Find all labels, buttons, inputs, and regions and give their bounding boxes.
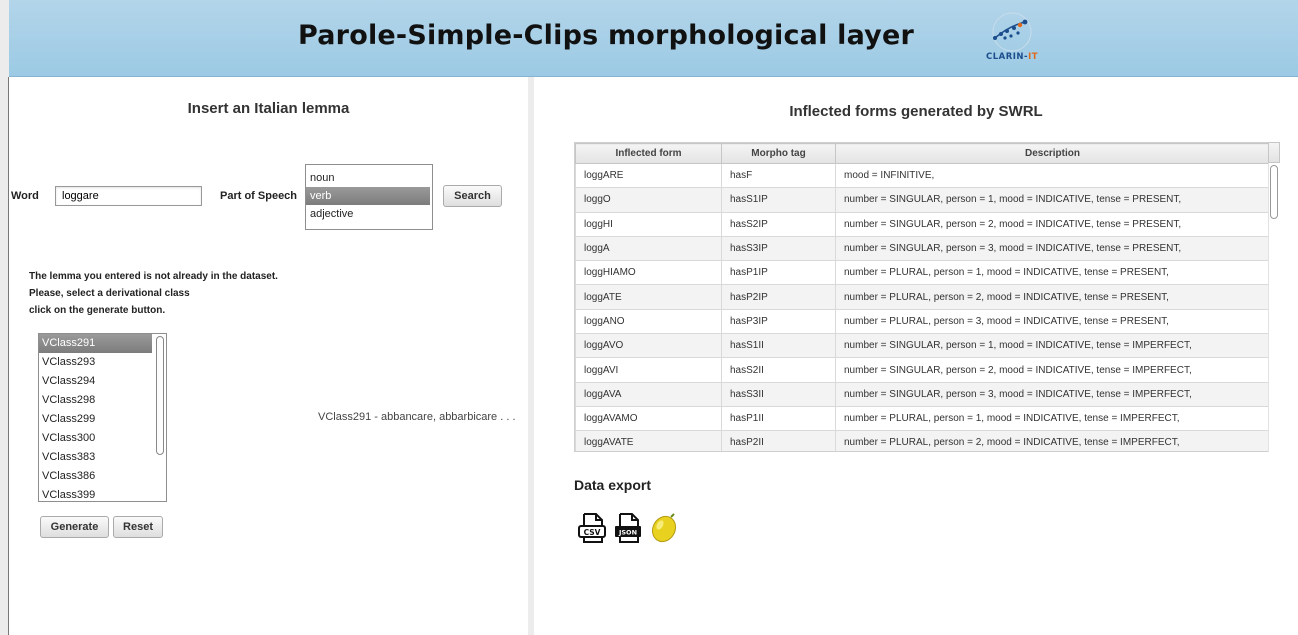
class-option[interactable]: VClass299	[39, 410, 152, 429]
table-row[interactable]: loggAVAMO hasP1II number = PLURAL, person …	[575, 405, 1268, 432]
cell-inflected-form: loggAVAMO	[575, 405, 722, 432]
cell-inflected-form: loggAVA	[575, 381, 722, 407]
cell-inflected-form: loggHIAMO	[575, 260, 722, 286]
cell-inflected-form: loggA	[575, 235, 722, 262]
generate-button[interactable]: Generate	[40, 516, 109, 538]
lemma-panel-heading: Insert an Italian lemma	[187, 100, 350, 117]
cell-description: mood = INFINITIVE,	[835, 162, 1268, 189]
class-option[interactable]: VClass294	[39, 372, 152, 391]
cell-morpho-tag: hasS1IP	[721, 187, 836, 213]
table-row[interactable]: loggO hasS1IP number = SINGULAR, person = …	[575, 187, 1268, 213]
class-option[interactable]: VClass300	[39, 429, 152, 448]
inflected-forms-table: Inflected form Morpho tag Description lo…	[575, 143, 1268, 451]
cell-morpho-tag: hasS3IP	[721, 235, 836, 262]
cell-inflected-form: loggARE	[575, 162, 722, 189]
table-row[interactable]: loggAVI hasS2II number = SINGULAR, person …	[575, 357, 1268, 383]
cell-description: number = PLURAL, person = 3, mood = INDI…	[835, 308, 1268, 335]
pos-option-noun[interactable]: noun	[306, 169, 432, 187]
table-header-corner	[1268, 142, 1280, 163]
table-row[interactable]: loggHIAMO hasP1IP number = PLURAL, person …	[575, 260, 1268, 286]
json-export-icon[interactable]: JSON	[613, 512, 643, 549]
cell-morpho-tag: hasP1II	[721, 405, 836, 432]
table-row[interactable]: loggAVA hasS3II number = SINGULAR, person …	[575, 381, 1268, 407]
table-row[interactable]: loggA hasS3IP number = SINGULAR, person = …	[575, 235, 1268, 262]
word-input[interactable]	[55, 186, 202, 206]
cell-inflected-form: loggAVATE	[575, 430, 722, 451]
csv-export-icon[interactable]: CSV	[577, 512, 607, 549]
class-option[interactable]: VClass399	[39, 486, 152, 501]
cell-description: number = PLURAL, person = 2, mood = INDI…	[835, 284, 1268, 310]
class-list-scroll-thumb[interactable]	[156, 336, 164, 455]
cell-description: number = SINGULAR, person = 3, mood = IN…	[835, 381, 1268, 407]
inflected-forms-table-container: Inflected form Morpho tag Description lo…	[574, 142, 1268, 452]
class-description: VClass291 - abbancare, abbarbicare . . .	[318, 411, 516, 423]
cell-morpho-tag: hasS3II	[721, 381, 836, 407]
cell-inflected-form: loggATE	[575, 284, 722, 310]
column-header-description[interactable]: Description	[835, 143, 1268, 164]
svg-text:CSV: CSV	[584, 528, 601, 537]
reset-button[interactable]: Reset	[113, 516, 163, 538]
table-row[interactable]: loggATE hasP2IP number = PLURAL, person = …	[575, 284, 1268, 310]
cell-morpho-tag: hasS2IP	[721, 211, 836, 237]
inflected-forms-heading: Inflected forms generated by SWRL	[789, 103, 1043, 120]
search-button[interactable]: Search	[443, 185, 502, 207]
cell-inflected-form: loggAVO	[575, 333, 722, 359]
cell-morpho-tag: hasP3IP	[721, 308, 836, 335]
word-label: Word	[11, 190, 39, 202]
cell-morpho-tag: hasF	[721, 162, 836, 189]
column-header-inflected-form[interactable]: Inflected form	[575, 143, 722, 164]
table-row[interactable]: loggANO hasP3IP number = PLURAL, person = …	[575, 308, 1268, 335]
inflected-forms-panel: Inflected forms generated by SWRL Inflec…	[534, 77, 1298, 635]
cell-description: number = SINGULAR, person = 2, mood = IN…	[835, 357, 1268, 383]
lemma-not-found-message: The lemma you entered is not already in …	[29, 271, 278, 316]
part-of-speech-listbox[interactable]: noun verb adjective	[305, 164, 433, 230]
cell-description: number = PLURAL, person = 1, mood = INDI…	[835, 405, 1268, 432]
pos-option-adjective[interactable]: adjective	[306, 205, 432, 223]
table-row[interactable]: loggAVATE hasP2II number = PLURAL, person …	[575, 430, 1268, 451]
class-option[interactable]: VClass383	[39, 448, 152, 467]
column-header-morpho-tag[interactable]: Morpho tag	[721, 143, 836, 164]
clarin-globe-icon	[992, 12, 1032, 52]
class-option[interactable]: VClass293	[39, 353, 152, 372]
cell-description: number = PLURAL, person = 1, mood = INDI…	[835, 260, 1268, 286]
cell-description: number = SINGULAR, person = 2, mood = IN…	[835, 211, 1268, 237]
part-of-speech-label: Part of Speech	[220, 190, 298, 202]
cell-description: number = SINGULAR, person = 1, mood = IN…	[835, 333, 1268, 359]
cell-morpho-tag: hasS1II	[721, 333, 836, 359]
cell-inflected-form: loggAVI	[575, 357, 722, 383]
class-option[interactable]: VClass291	[39, 334, 152, 353]
lemon-export-icon[interactable]	[649, 512, 679, 549]
table-row[interactable]: loggARE hasF mood = INFINITIVE,	[575, 162, 1268, 189]
table-row[interactable]: loggAVO hasS1II number = SINGULAR, person …	[575, 333, 1268, 359]
class-option[interactable]: VClass386	[39, 467, 152, 486]
table-scroll-thumb[interactable]	[1270, 165, 1278, 219]
svg-text:JSON: JSON	[618, 529, 637, 537]
class-option[interactable]: VClass298	[39, 391, 152, 410]
lemma-input-panel: Insert an Italian lemma Word Part of Spe…	[9, 77, 528, 635]
app-header: Parole-Simple-Clips morphological layer …	[9, 0, 1298, 77]
pos-option-verb[interactable]: verb	[306, 187, 430, 205]
data-export-heading: Data export	[574, 477, 652, 493]
cell-inflected-form: loggHI	[575, 211, 722, 237]
page-title: Parole-Simple-Clips morphological layer	[298, 20, 915, 51]
clarin-it-logo: CLARIN-IT	[977, 12, 1047, 68]
derivational-class-listbox[interactable]: VClass291 VClass293 VClass294 VClass298 …	[38, 333, 167, 502]
cell-description: number = SINGULAR, person = 3, mood = IN…	[835, 235, 1268, 262]
cell-description: number = SINGULAR, person = 1, mood = IN…	[835, 187, 1268, 213]
cell-inflected-form: loggO	[575, 187, 722, 213]
table-header-row: Inflected form Morpho tag Description	[575, 143, 1268, 164]
cell-morpho-tag: hasP1IP	[721, 260, 836, 286]
cell-description: number = PLURAL, person = 2, mood = INDI…	[835, 430, 1268, 451]
cell-morpho-tag: hasP2IP	[721, 284, 836, 310]
cell-morpho-tag: hasS2II	[721, 357, 836, 383]
cell-morpho-tag: hasP2II	[721, 430, 836, 451]
cell-inflected-form: loggANO	[575, 308, 722, 335]
table-row[interactable]: loggHI hasS2IP number = SINGULAR, person =…	[575, 211, 1268, 237]
